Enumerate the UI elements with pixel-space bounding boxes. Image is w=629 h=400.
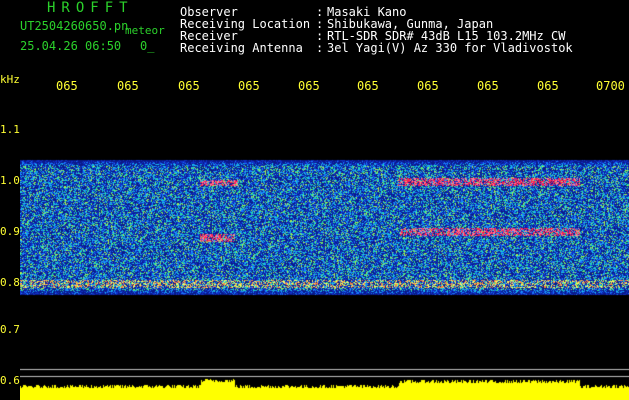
y-tick-label: 1.1: [0, 123, 20, 136]
y-tick-label: 0.7: [0, 323, 20, 336]
x-tick-label: 065: [417, 79, 439, 93]
x-tick-label: 065: [178, 79, 200, 93]
x-tick-label: 065: [117, 79, 139, 93]
y-unit-label: kHz: [0, 73, 20, 86]
spectrogram-image: [20, 100, 629, 400]
spectrogram-area: [20, 100, 629, 400]
x-tick-label: 065: [56, 79, 78, 93]
x-tick-label: 065: [537, 79, 559, 93]
app-title: HROFFT: [47, 0, 134, 16]
x-tick-label: 065: [238, 79, 260, 93]
file-name: UT2504260650.pn: [20, 19, 129, 33]
y-tick-label: 0.6: [0, 374, 20, 387]
antenna-label: Receiving Antenna: [180, 41, 303, 55]
x-tick-label: 065: [357, 79, 379, 93]
antenna-value: 3el Yagi(V) Az 330 for Vladivostok: [327, 41, 573, 55]
colon: :: [316, 41, 324, 55]
y-tick-label: 1.0: [0, 174, 20, 187]
y-tick-label: 0.9: [0, 225, 20, 238]
meteor-tag: meteor: [125, 24, 165, 37]
x-tick-label: 0700: [596, 79, 625, 93]
x-tick-label: 065: [477, 79, 499, 93]
datetime: 25.04.26 06:50: [20, 39, 122, 53]
x-tick-label: 065: [298, 79, 320, 93]
y-tick-label: 0.8: [0, 276, 20, 289]
detection-count: 0_: [140, 39, 155, 53]
